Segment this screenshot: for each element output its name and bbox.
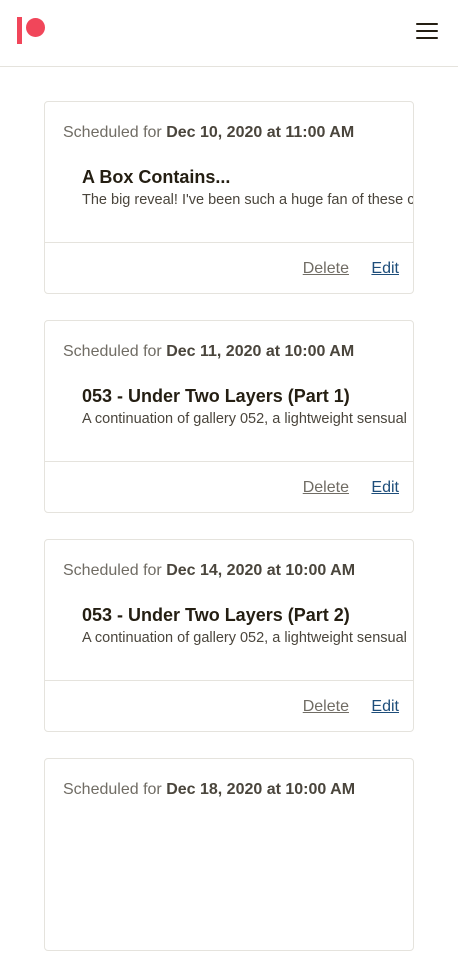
scheduled-posts-list: Scheduled for Dec 10, 2020 at 11:00 AM A… xyxy=(44,101,414,977)
scheduled-post-card: Scheduled for Dec 11, 2020 at 10:00 AM 0… xyxy=(44,320,414,513)
post-description: A continuation of gallery 052, a lightwe… xyxy=(82,630,407,646)
edit-link[interactable]: Edit xyxy=(371,698,399,715)
scheduled-line: Scheduled for Dec 11, 2020 at 10:00 AM xyxy=(63,343,354,361)
delete-link[interactable]: Delete xyxy=(303,260,349,277)
post-title[interactable]: A Box Contains... xyxy=(82,167,230,188)
edit-link[interactable]: Edit xyxy=(371,260,399,277)
scheduled-post-card: Scheduled for Dec 10, 2020 at 11:00 AM A… xyxy=(44,101,414,294)
hamburger-menu-icon[interactable] xyxy=(414,20,440,42)
post-title[interactable]: 053 - Under Two Layers (Part 2) xyxy=(82,605,350,626)
scheduled-date: Dec 14, 2020 at 10:00 AM xyxy=(166,562,356,579)
scheduled-prefix: Scheduled for xyxy=(63,343,162,360)
scheduled-post-card: Scheduled for Dec 14, 2020 at 10:00 AM 0… xyxy=(44,539,414,732)
scheduled-line: Scheduled for Dec 18, 2020 at 10:00 AM xyxy=(63,781,355,799)
scheduled-prefix: Scheduled for xyxy=(63,781,162,798)
delete-link[interactable]: Delete xyxy=(303,698,349,715)
scheduled-prefix: Scheduled for xyxy=(63,562,162,579)
divider xyxy=(45,242,413,243)
menu-line xyxy=(416,37,438,39)
scheduled-date: Dec 18, 2020 at 10:00 AM xyxy=(166,781,356,798)
post-description: The big reveal! I've been such a huge fa… xyxy=(82,192,413,208)
post-actions: Delete Edit xyxy=(303,479,399,497)
scheduled-line: Scheduled for Dec 10, 2020 at 11:00 AM xyxy=(63,124,354,142)
post-description: A continuation of gallery 052, a lightwe… xyxy=(82,411,407,427)
scheduled-date: Dec 10, 2020 at 11:00 AM xyxy=(166,124,355,141)
logo-circle xyxy=(26,18,45,37)
delete-link[interactable]: Delete xyxy=(303,479,349,496)
post-actions: Delete Edit xyxy=(303,698,399,716)
patreon-logo-icon[interactable] xyxy=(17,17,45,44)
post-actions: Delete Edit xyxy=(303,260,399,278)
scheduled-line: Scheduled for Dec 14, 2020 at 10:00 AM xyxy=(63,562,355,580)
menu-line xyxy=(416,23,438,25)
edit-link[interactable]: Edit xyxy=(371,479,399,496)
divider xyxy=(45,461,413,462)
logo-bar xyxy=(17,17,22,44)
top-bar xyxy=(0,0,458,67)
scheduled-post-card: Scheduled for Dec 18, 2020 at 10:00 AM xyxy=(44,758,414,951)
scheduled-prefix: Scheduled for xyxy=(63,124,162,141)
post-title[interactable]: 053 - Under Two Layers (Part 1) xyxy=(82,386,350,407)
divider xyxy=(45,680,413,681)
menu-line xyxy=(416,30,438,32)
scheduled-date: Dec 11, 2020 at 10:00 AM xyxy=(166,343,355,360)
